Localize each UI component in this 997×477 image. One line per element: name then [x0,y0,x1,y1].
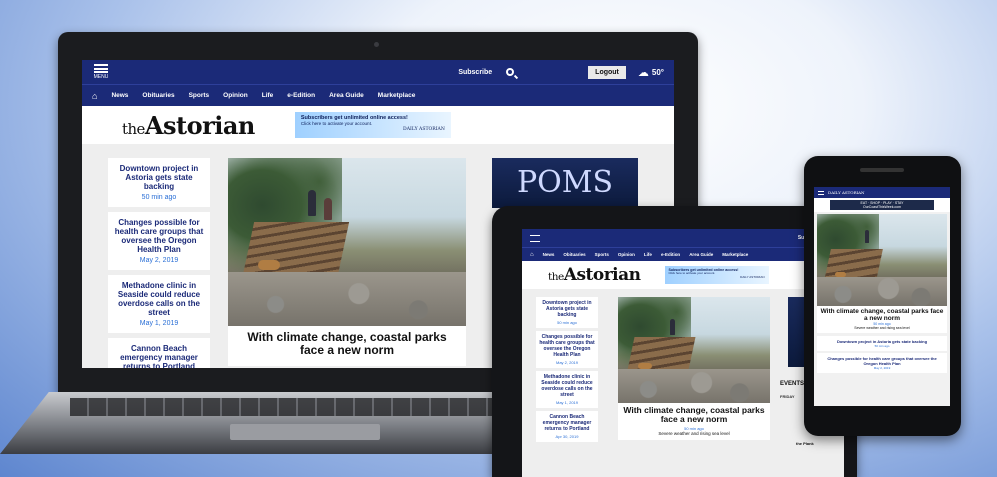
top-bar: MENU Subscribe Logout ☁ 50° [82,60,674,84]
site-logo[interactable]: theAstorian [548,265,641,285]
hamburger-icon [94,64,108,73]
main-nav: ⌂ News Obituaries Sports Opinion Life e-… [82,84,674,106]
story-card[interactable]: Changes possible for health care groups … [108,212,210,270]
nav-news[interactable]: News [111,92,128,99]
tablet-nav: ⌂ News Obituaries Sports Opinion Life e-… [522,247,844,261]
sidebar-stories: Downtown project in Astoria gets state b… [108,158,210,368]
tablet-sidebar: Downtown project in Astoria gets state b… [536,297,598,442]
tablet-lead-story[interactable]: With climate change, coastal parks face … [618,297,770,441]
story-time: May 1, 2019 [139,320,179,327]
story-title: Methadone clinic in Seaside could reduce… [117,281,201,317]
weather-icon: ☁ [637,66,649,79]
story-card[interactable]: Downtown project in Astoria gets state b… [817,335,947,351]
subscriber-promo-banner[interactable]: Subscribers get unlimited online access!… [664,266,769,284]
nav-opinion[interactable]: Opinion [223,92,248,99]
events-heading: EVENTS [780,381,805,387]
site-logo[interactable]: theAstorian [122,111,255,140]
nav-obituaries[interactable]: Obituaries [142,92,174,99]
home-icon[interactable]: ⌂ [530,252,534,258]
subscribe-link[interactable]: Subscribe [458,69,492,76]
story-time: May 2, 2019 [139,257,179,264]
phone-logo[interactable]: DAILY ASTORIAN [828,190,865,195]
home-icon[interactable]: ⌂ [92,91,97,101]
webcam [374,42,379,47]
nav-marketplace[interactable]: Marketplace [378,92,416,99]
event-item[interactable]: the Plank [796,441,814,446]
nav-life[interactable]: Life [262,92,274,99]
nav-marketplace[interactable]: Marketplace [722,252,748,257]
story-card[interactable]: Methadone clinic in Seaside could reduce… [536,371,598,408]
nav-obituaries[interactable]: Obituaries [563,252,585,257]
phone-top-bar: DAILY ASTORIAN [814,187,950,198]
phone-ad-strip: EAT · SHOP · PLAY · STAY OurCoastThisWeek… [814,198,950,212]
lead-photo [228,158,466,326]
menu-label: MENU [93,74,109,80]
tablet-top-bar: Subscribe [522,229,844,247]
friday-label: FRIDAY [780,394,795,399]
menu-button[interactable]: MENU [92,64,110,80]
search-icon[interactable] [506,68,519,80]
phone-screen: DAILY ASTORIAN EAT · SHOP · PLAY · STAY O… [814,187,950,406]
story-card[interactable]: Changes possible for health care groups … [536,331,598,368]
nav-e-edition[interactable]: e-Edition [661,252,680,257]
nav-life[interactable]: Life [644,252,652,257]
story-title: Cannon Beach emergency manager returns t… [120,344,198,368]
story-card[interactable]: Downtown project in Astoria gets state b… [108,158,210,207]
story-title: Downtown project in Astoria gets state b… [119,164,199,191]
lead-photo [618,297,770,403]
nav-news[interactable]: News [543,252,555,257]
lead-headline[interactable]: With climate change, coastal parks face … [618,403,770,441]
nav-opinion[interactable]: Opinion [618,252,635,257]
logout-button[interactable]: Logout [588,65,626,79]
phone-speaker [860,168,904,172]
phone-lead-photo [817,214,947,306]
lead-story[interactable]: With climate change, coastal parks face … [228,158,466,366]
lead-headline[interactable]: With climate change, coastal parks face … [228,326,466,366]
nav-sports[interactable]: Sports [189,92,210,99]
phone-headline[interactable]: With climate change, coastal parks face … [817,306,947,333]
tablet-masthead: theAstorian Subscribers get unlimited on… [522,261,844,289]
phone-ad[interactable]: EAT · SHOP · PLAY · STAY OurCoastThisWeek… [830,200,934,210]
subscriber-promo-banner[interactable]: Subscribers get unlimited online access!… [294,112,451,138]
story-card[interactable]: Cannon Beach emergency manager returns t… [536,411,598,442]
tablet-screen: Subscribe ⌂ News Obituaries Sports Opini… [522,229,844,477]
story-card[interactable]: Methadone clinic in Seaside could reduce… [108,275,210,333]
story-card[interactable]: Cannon Beach emergency manager returns t… [108,338,210,368]
laptop-touchpad [230,424,380,440]
nav-sports[interactable]: Sports [595,252,609,257]
poms-ad[interactable]: POMS [492,158,638,208]
hamburger-icon[interactable] [530,234,540,242]
nav-e-edition[interactable]: e-Edition [287,92,315,99]
weather-temp: 50° [651,67,664,77]
story-card[interactable]: Downtown project in Astoria gets state b… [536,297,598,328]
story-card[interactable]: Changes possible for health care groups … [817,352,947,373]
nav-area-guide[interactable]: Area Guide [689,252,713,257]
story-time: 50 min ago [141,194,177,201]
nav-area-guide[interactable]: Area Guide [329,92,364,99]
masthead: theAstorian Subscribers get unlimited on… [82,106,674,144]
hamburger-icon[interactable] [818,190,824,195]
story-title: Changes possible for health care groups … [114,218,204,254]
